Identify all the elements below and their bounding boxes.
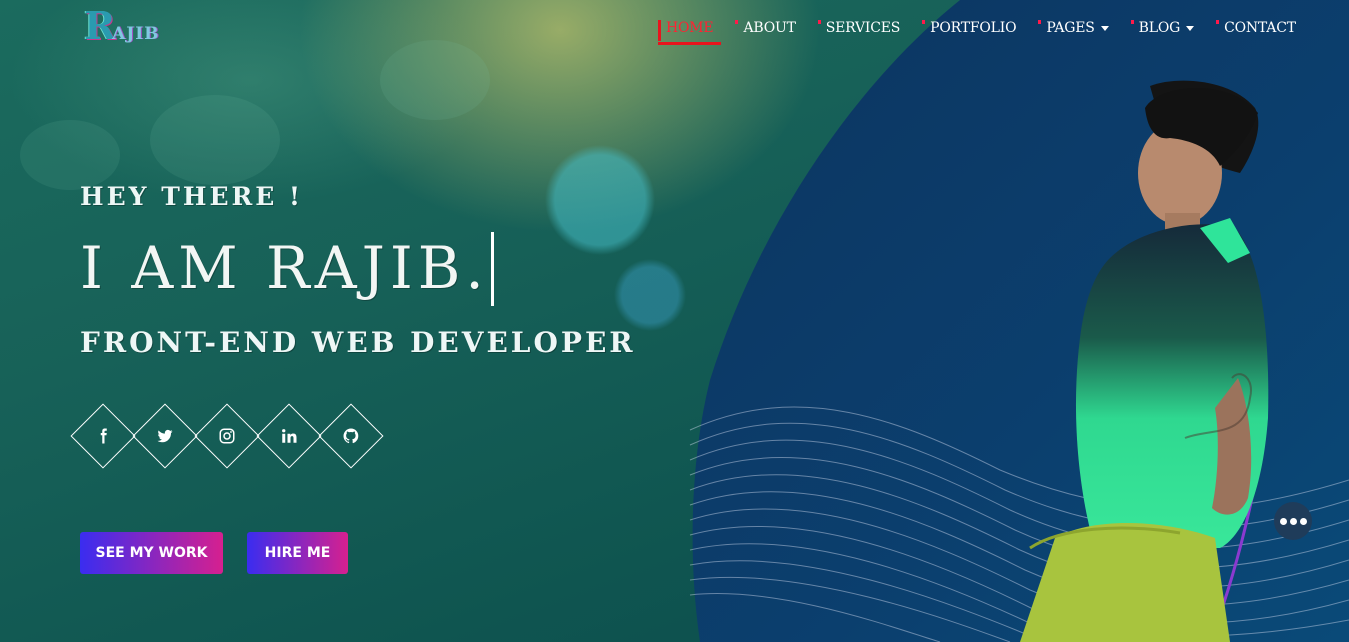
social-links (70, 403, 390, 469)
nav-marker (922, 20, 926, 24)
caret-down-icon (1186, 25, 1195, 31)
nav-item-label: BLOG (1138, 20, 1181, 36)
hero-name-line: I AM RAJIB. (80, 232, 494, 310)
nav-item-label: CONTACT (1224, 20, 1296, 36)
instagram-icon (219, 428, 235, 444)
hero-role: FRONT-END WEB DEVELOPER (80, 326, 636, 359)
nav-item-home[interactable]: HOME (658, 18, 722, 45)
caret-down-icon (1100, 25, 1109, 31)
dot-icon (1299, 517, 1307, 525)
github-icon (343, 428, 359, 444)
more-options-button[interactable] (1274, 502, 1312, 540)
site-logo[interactable]: R AJIB (84, 6, 184, 48)
nav-item-label: PORTFOLIO (930, 20, 1017, 36)
nav-item-contact[interactable]: CONTACT (1216, 18, 1302, 40)
facebook-link[interactable] (70, 403, 136, 469)
nav-marker (1216, 20, 1220, 24)
nav-item-portfolio[interactable]: PORTFOLIO (922, 18, 1022, 40)
nav-item-label: SERVICES (825, 20, 901, 36)
twitter-icon (157, 429, 173, 443)
twitter-link[interactable] (132, 403, 198, 469)
nav-marker (1130, 20, 1134, 24)
hero-greeting: HEY THERE ! (80, 182, 304, 211)
github-link[interactable] (318, 403, 384, 469)
dot-icon (1279, 517, 1287, 525)
nav-marker (1038, 20, 1042, 24)
logo-text: AJIB (112, 24, 160, 44)
nav-marker (735, 20, 739, 24)
linkedin-link[interactable] (256, 403, 322, 469)
typing-cursor (490, 232, 494, 306)
profile-photo (1020, 80, 1269, 642)
dot-icon (1289, 517, 1297, 525)
hire-me-button[interactable]: HIRE ME (247, 532, 348, 574)
instagram-link[interactable] (194, 403, 260, 469)
nav-item-blog[interactable]: BLOG (1130, 18, 1200, 40)
nav-item-pages[interactable]: PAGES (1038, 18, 1114, 40)
facebook-icon (100, 428, 107, 444)
nav-item-services[interactable]: SERVICES (817, 18, 906, 40)
see-my-work-button[interactable]: SEE MY WORK (80, 532, 223, 574)
nav-marker (817, 20, 821, 24)
nav-item-about[interactable]: ABOUT (735, 18, 801, 40)
main-nav: HOME ABOUT SERVICES PORTFOLIO PAGES BLOG… (658, 18, 1318, 45)
nav-item-label: ABOUT (743, 20, 796, 36)
nav-item-label: HOME (666, 20, 714, 36)
linkedin-icon (282, 429, 297, 443)
hero-name: I AM RAJIB. (80, 234, 489, 303)
nav-item-label: PAGES (1046, 20, 1095, 36)
logo-mark: R (84, 3, 116, 48)
